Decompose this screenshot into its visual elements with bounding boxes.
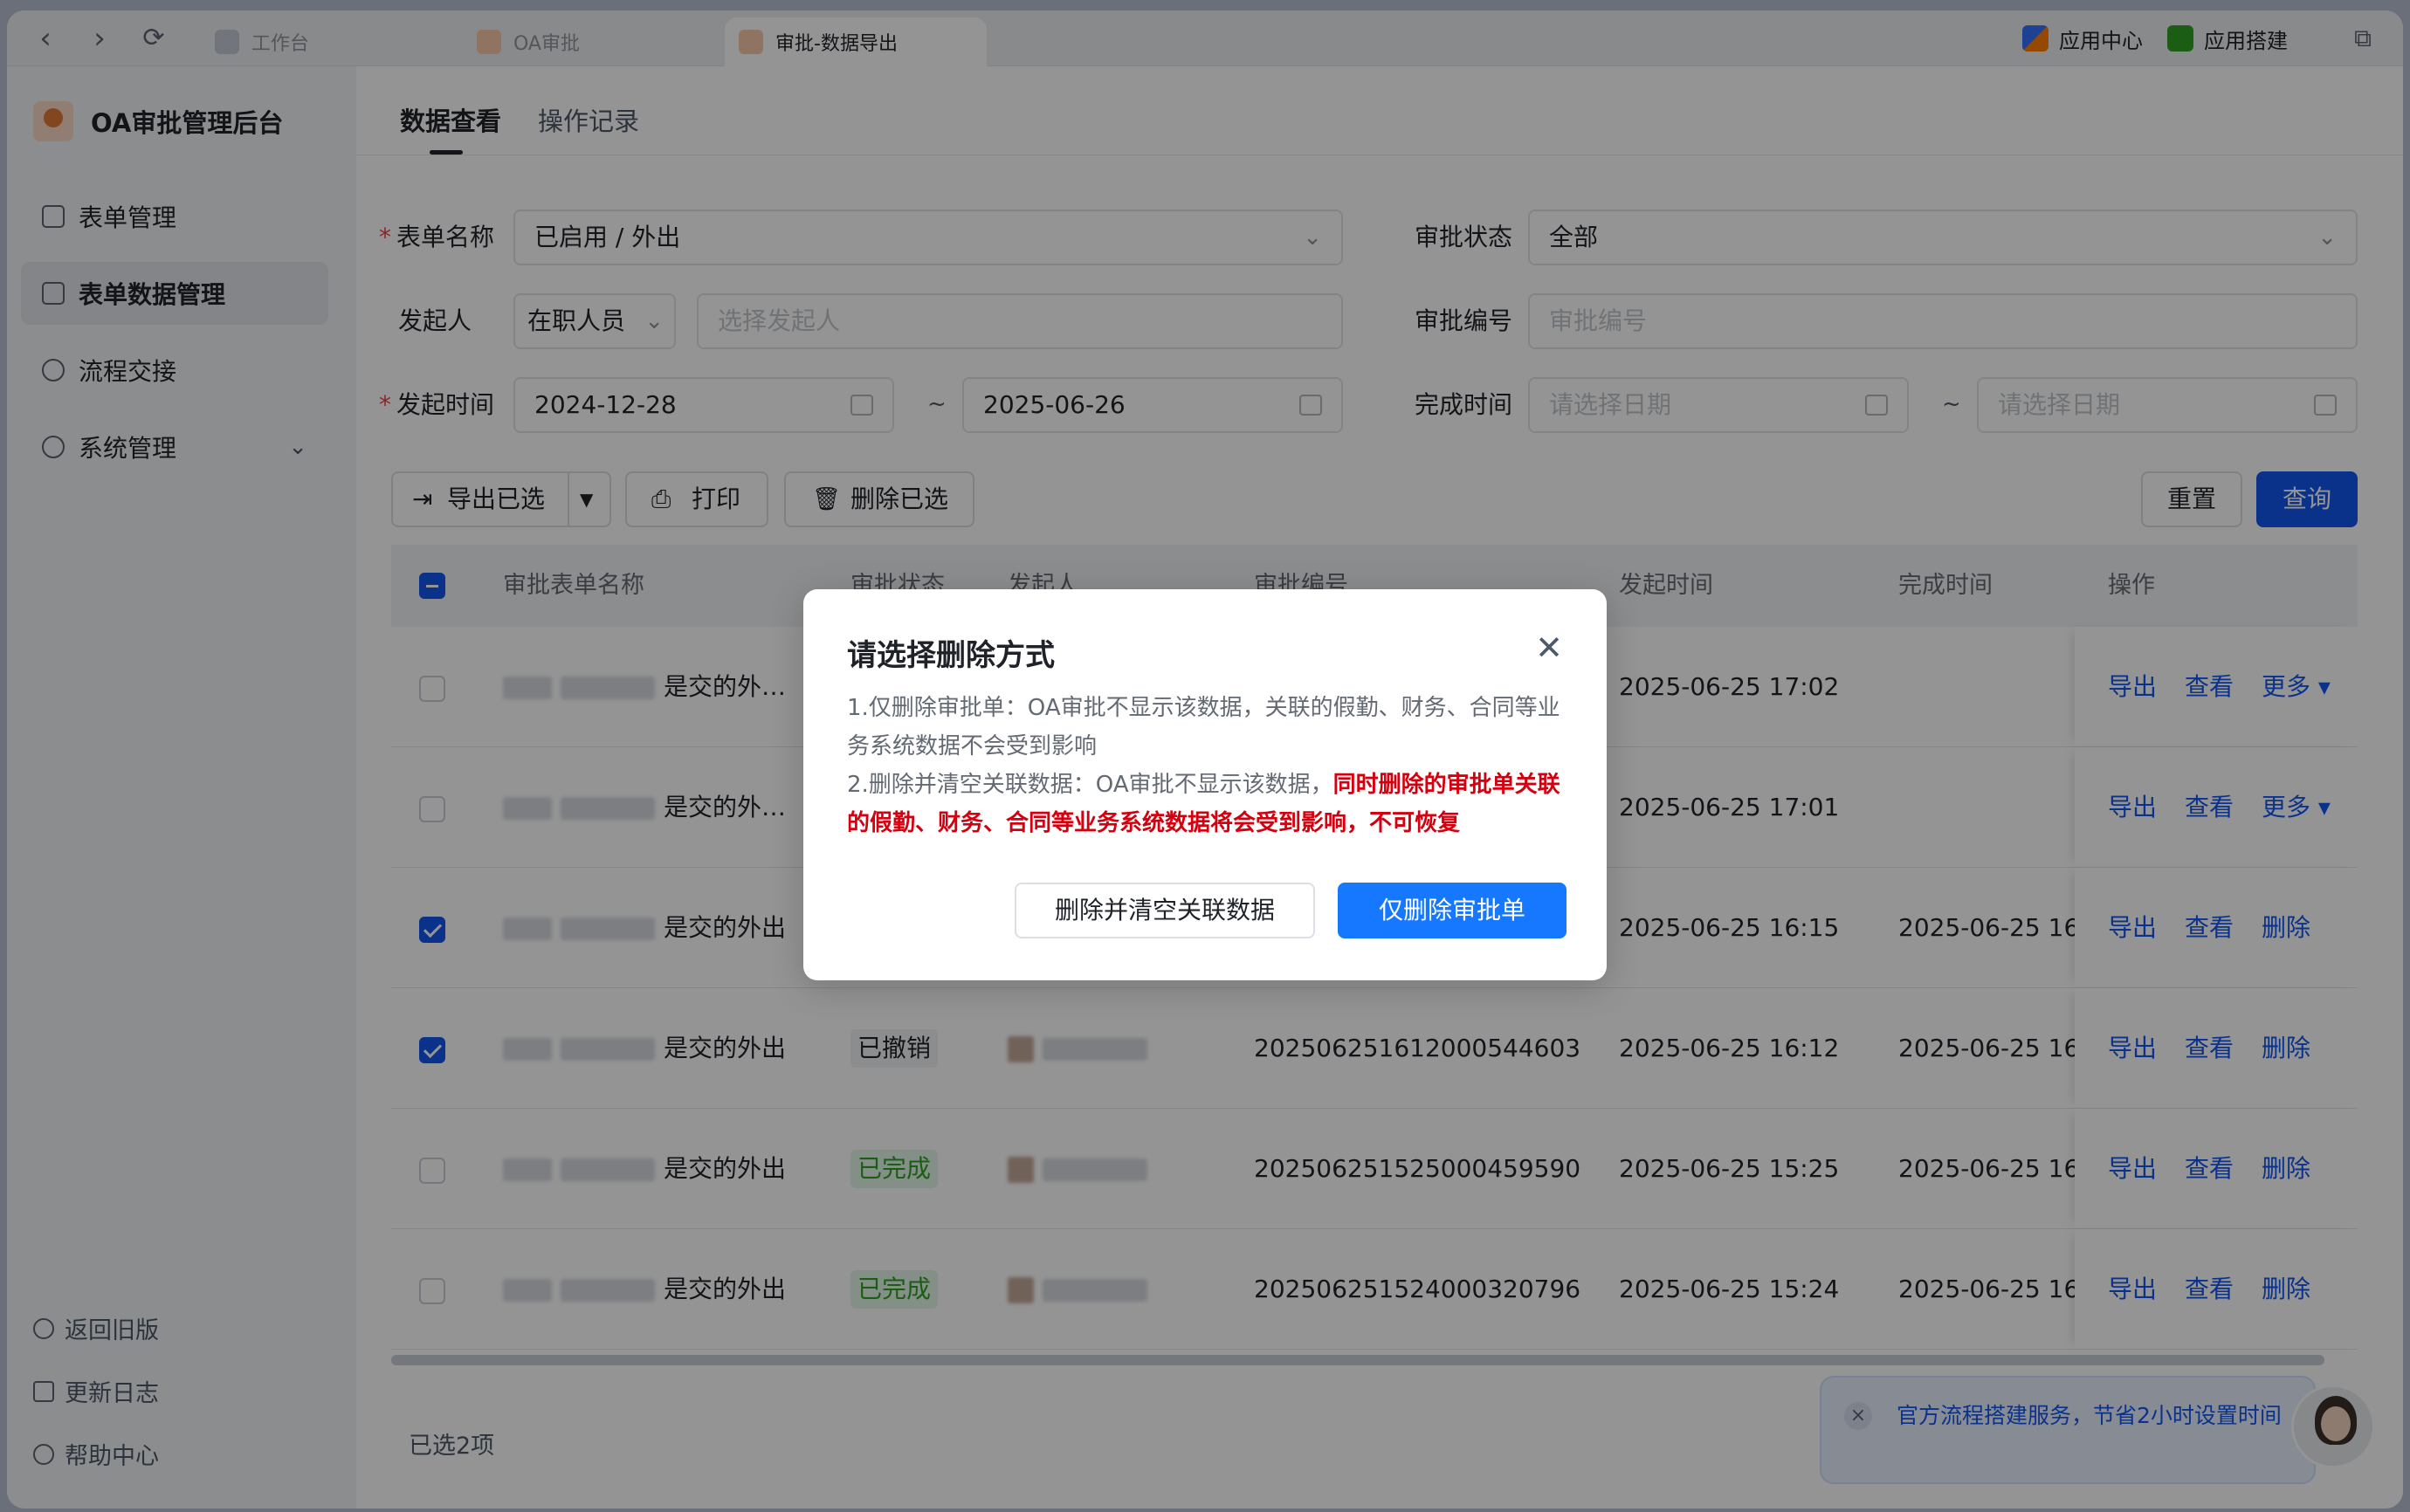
dialog-title: 请选择删除方式 (847, 638, 1055, 673)
option-1-description: 1.仅删除审批单：OA审批不显示该数据，关联的假勤、财务、合同等业务系统数据不会… (847, 695, 1560, 759)
delete-method-dialog: 请选择删除方式 ✕ 1.仅删除审批单：OA审批不显示该数据，关联的假勤、财务、合… (803, 589, 1607, 980)
delete-only-button[interactable]: 仅删除审批单 (1338, 883, 1566, 938)
dialog-body: 1.仅删除审批单：OA审批不显示该数据，关联的假勤、财务、合同等业务系统数据不会… (847, 689, 1572, 842)
option-2-description: 2.删除并清空关联数据：OA审批不显示该数据，同时删除的审批单关联的假勤、财务、… (847, 772, 1560, 836)
dialog-footer: 删除并清空关联数据 仅删除审批单 (1001, 867, 1582, 959)
close-icon[interactable]: ✕ (1535, 631, 1563, 664)
delete-and-clear-button[interactable]: 删除并清空关联数据 (1015, 883, 1315, 938)
